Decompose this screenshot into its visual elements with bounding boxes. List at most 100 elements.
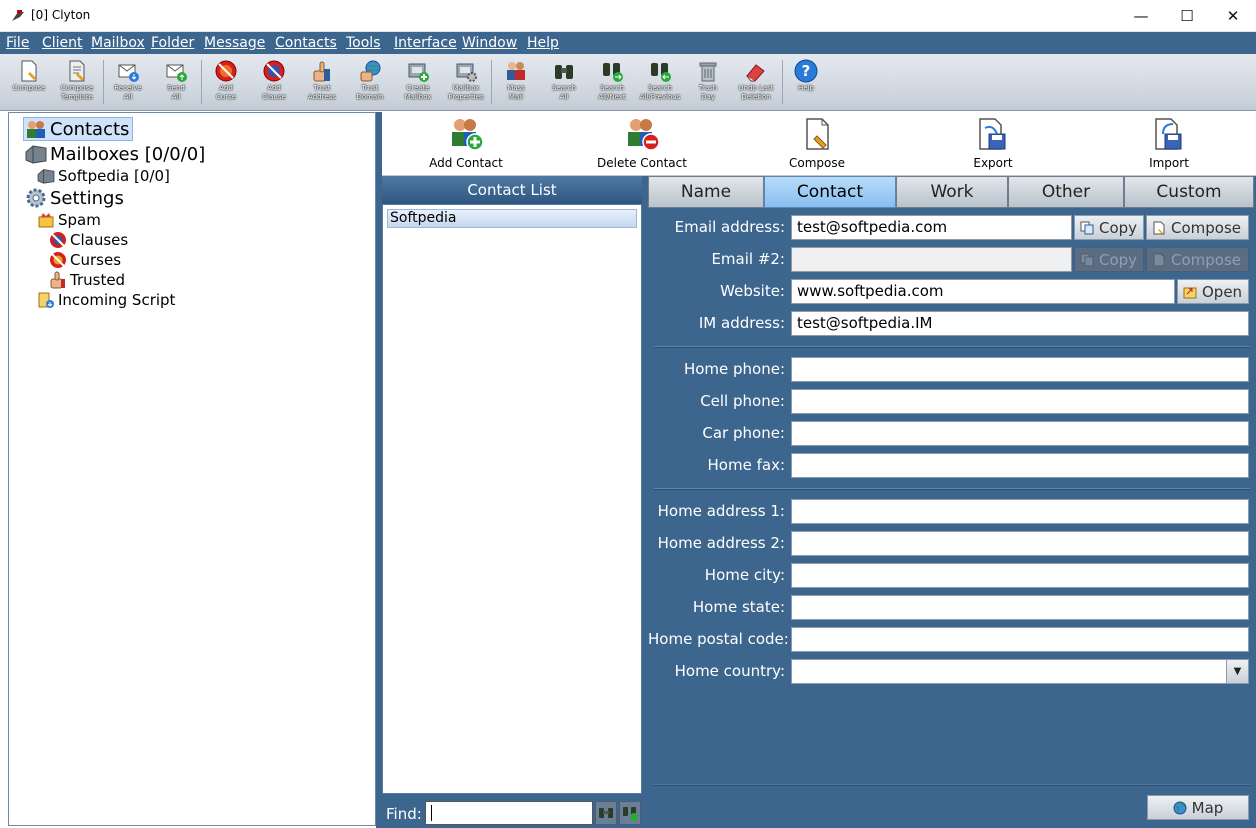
toolbar-help-button[interactable]: ? Help — [782, 57, 830, 109]
toolbar-search-next-button[interactable]: Search All/Next — [588, 57, 636, 109]
delete-contact-button[interactable]: Delete Contact — [587, 116, 697, 170]
tree-item-trusted[interactable]: Trusted — [49, 270, 125, 290]
action-label: Import — [1149, 156, 1189, 170]
compose-icon — [1153, 221, 1165, 234]
section-divider — [654, 784, 1250, 786]
toolbar-undo-deletion-button[interactable]: Undo Last Deletion — [732, 57, 780, 109]
menu-tools[interactable]: Tools — [346, 35, 381, 51]
tree-item-incoming-script[interactable]: Incoming Script — [37, 290, 175, 310]
open-website-button[interactable]: Open — [1177, 279, 1249, 304]
copy-email2-button[interactable]: Copy — [1074, 247, 1144, 272]
tree-item-contacts[interactable]: Contacts — [23, 117, 134, 141]
mailbox-icon — [25, 145, 47, 164]
menu-mailbox[interactable]: Mailbox — [91, 35, 145, 51]
list-item[interactable]: Softpedia — [387, 209, 637, 228]
menu-client[interactable]: Client — [42, 35, 83, 51]
copy-email-button[interactable]: Copy — [1074, 215, 1144, 240]
action-label: Delete Contact — [597, 156, 687, 170]
toolbar-search-all-button[interactable]: Search All — [540, 57, 588, 109]
import-button[interactable]: Import — [1114, 116, 1224, 170]
find-input[interactable] — [425, 801, 593, 825]
tab-name[interactable]: Name — [648, 176, 764, 208]
tab-other[interactable]: Other — [1008, 176, 1124, 208]
car-phone-field[interactable] — [791, 421, 1249, 446]
add-curse-icon — [215, 60, 237, 82]
tree-item-spam[interactable]: Spam — [37, 210, 101, 230]
maximize-button[interactable]: ☐ — [1164, 0, 1210, 31]
toolbar-label: Compose — [12, 84, 46, 92]
toolbar-label: Trash Day — [698, 84, 718, 101]
menu-window[interactable]: Window — [462, 35, 517, 51]
binoculars-icon — [599, 808, 613, 818]
compose-icon — [1153, 253, 1165, 266]
tree-label: Mailboxes [0/0/0] — [50, 143, 206, 165]
minimize-button[interactable]: — — [1118, 0, 1164, 31]
home-postal-field[interactable] — [791, 627, 1249, 652]
toolbar-label: Add Clause — [262, 84, 286, 101]
compose-button[interactable]: Compose — [762, 116, 872, 170]
tree-item-clauses[interactable]: Clauses — [49, 230, 128, 250]
cell-phone-field[interactable] — [791, 389, 1249, 414]
tree-item-curses[interactable]: Curses — [49, 250, 121, 270]
toolbar-trash-button[interactable]: Trash Day — [684, 57, 732, 109]
home-fax-label: Home fax: — [707, 456, 785, 474]
email2-field[interactable] — [791, 247, 1072, 272]
add-contact-button[interactable]: Add Contact — [411, 116, 521, 170]
home-country-select[interactable]: ▼ — [791, 659, 1249, 684]
home-state-label: Home state: — [692, 598, 785, 616]
tab-custom[interactable]: Custom — [1124, 176, 1254, 208]
toolbar-create-mailbox-button[interactable]: Create Mailbox — [394, 57, 442, 109]
toolbar-add-curse-button[interactable]: Add Curse — [202, 57, 250, 109]
receive-all-icon — [118, 64, 139, 82]
menu-message[interactable]: Message — [204, 35, 265, 51]
home-address2-field[interactable] — [791, 531, 1249, 556]
find-next-button[interactable] — [595, 801, 617, 825]
contact-detail-panel: Name Contact Work Other Custom Email add… — [648, 176, 1256, 828]
toolbar-label: Receive All — [114, 84, 142, 101]
script-icon — [38, 292, 54, 308]
tree-label: Softpedia [0/0] — [58, 167, 170, 185]
toolbar-add-clause-button[interactable]: Add Clause — [250, 57, 298, 109]
tree-label: Curses — [70, 251, 122, 269]
chevron-down-icon[interactable]: ▼ — [1226, 660, 1248, 683]
menu-file[interactable]: File — [6, 35, 29, 51]
contact-list-header: Contact List — [382, 176, 642, 204]
help-icon: ? — [794, 59, 818, 83]
svg-text:?: ? — [802, 62, 811, 80]
export-button[interactable]: Export — [938, 116, 1048, 170]
home-address1-field[interactable] — [791, 499, 1249, 524]
menu-contacts[interactable]: Contacts — [275, 35, 337, 51]
tree-item-mailboxes[interactable]: Mailboxes [0/0/0] — [25, 142, 205, 166]
menu-interface[interactable]: Interface — [394, 35, 457, 51]
im-field[interactable]: test@softpedia.IM — [791, 311, 1249, 336]
compose-email-button[interactable]: Compose — [1146, 215, 1249, 240]
curse-icon — [50, 252, 66, 268]
find-all-button[interactable] — [619, 801, 641, 825]
website-field[interactable]: www.softpedia.com — [791, 279, 1175, 304]
toolbar-search-previous-button[interactable]: Search All/Previous — [636, 57, 684, 109]
toolbar-compose-template-button[interactable]: Compose Template — [53, 57, 101, 109]
email-field[interactable]: test@softpedia.com — [791, 215, 1072, 240]
toolbar-label: Create Mailbox — [404, 84, 432, 101]
compose-email2-button[interactable]: Compose — [1146, 247, 1249, 272]
tab-contact[interactable]: Contact — [764, 176, 896, 208]
menu-folder[interactable]: Folder — [151, 35, 194, 51]
toolbar-mailbox-properties-button[interactable]: Mailbox Properties — [442, 57, 490, 109]
home-state-field[interactable] — [791, 595, 1249, 620]
toolbar-mass-mail-button[interactable]: Mass Mail — [492, 57, 540, 109]
map-button[interactable]: Map — [1147, 795, 1249, 820]
action-label: Compose — [788, 156, 845, 170]
tab-work[interactable]: Work — [896, 176, 1008, 208]
toolbar-receive-all-button[interactable]: Receive All — [104, 57, 152, 109]
close-button[interactable]: ✕ — [1210, 0, 1256, 31]
home-fax-field[interactable] — [791, 453, 1249, 478]
menu-help[interactable]: Help — [527, 35, 559, 51]
toolbar-compose-button[interactable]: Compose — [5, 57, 53, 109]
home-phone-field[interactable] — [791, 357, 1249, 382]
home-city-field[interactable] — [791, 563, 1249, 588]
tree-item-softpedia[interactable]: Softpedia [0/0] — [37, 166, 170, 186]
toolbar-send-all-button[interactable]: Send All — [152, 57, 200, 109]
tree-item-settings[interactable]: Settings — [25, 186, 124, 210]
toolbar-trust-domain-button[interactable]: Trust Domain — [346, 57, 394, 109]
toolbar-trust-address-button[interactable]: Trust Address — [298, 57, 346, 109]
